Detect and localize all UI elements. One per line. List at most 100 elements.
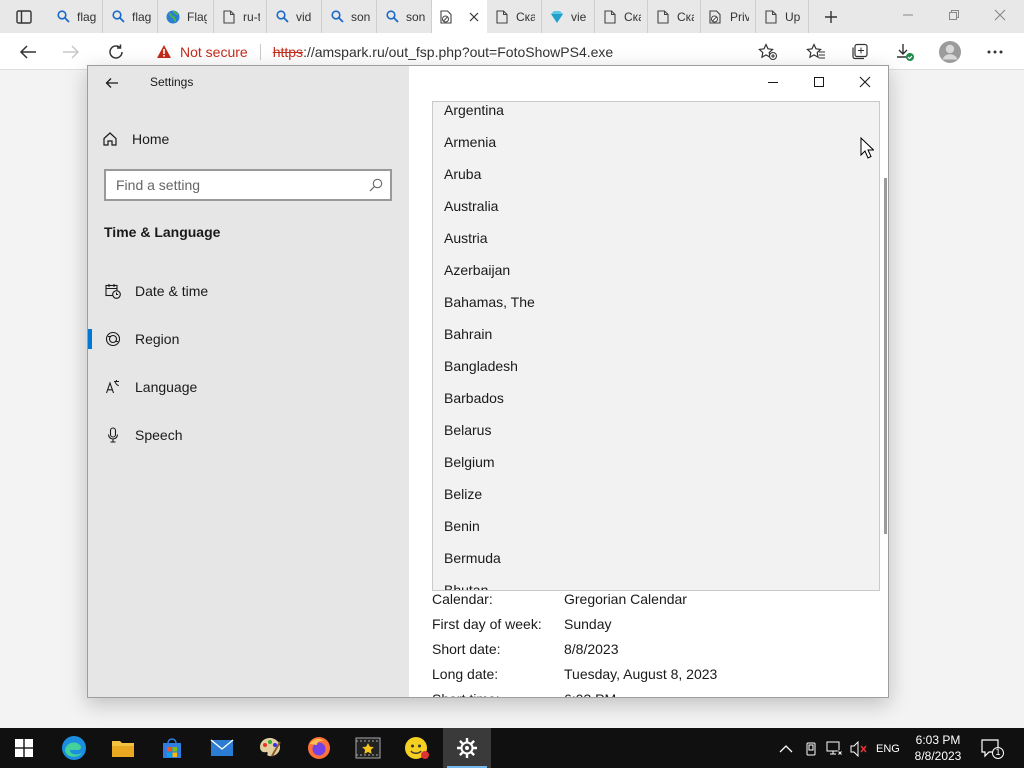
country-option[interactable]: Austria (444, 230, 488, 246)
settings-maximize-button[interactable] (796, 70, 842, 94)
settings-nav-pane: Settings Home Time & Language Date & tim… (88, 66, 409, 697)
taskbar-store[interactable] (148, 728, 196, 768)
page-icon (495, 9, 509, 24)
find-setting-input[interactable] (116, 177, 362, 193)
country-option[interactable]: Belize (444, 486, 482, 502)
country-option[interactable]: Armenia (444, 134, 496, 150)
browser-tab[interactable]: vie (542, 0, 595, 33)
country-option[interactable]: Barbados (444, 390, 504, 406)
warning-icon (156, 44, 172, 59)
format-value: Sunday (564, 616, 612, 632)
back-button[interactable] (14, 38, 42, 66)
taskbar-paint[interactable] (246, 728, 294, 768)
favorites-button[interactable] (802, 38, 830, 66)
country-option[interactable]: Bhutan (444, 582, 488, 590)
browser-tab[interactable]: flag (48, 0, 103, 33)
star-add-icon (758, 43, 777, 60)
country-option[interactable]: Bangladesh (444, 358, 518, 374)
browser-tab[interactable]: son (322, 0, 377, 33)
taskbar-mail[interactable] (198, 728, 246, 768)
country-option[interactable]: Bahrain (444, 326, 492, 342)
browser-tab[interactable]: Priv (701, 0, 756, 33)
more-button[interactable] (981, 38, 1009, 66)
taskbar-clock[interactable]: 6:03 PM 8/8/2023 (902, 732, 974, 764)
nav-item-speech[interactable]: Speech (88, 417, 409, 453)
browser-close-button[interactable] (977, 0, 1023, 30)
browser-tab[interactable]: Flag (158, 0, 214, 33)
browser-minimize-button[interactable] (885, 0, 931, 30)
vertical-scrollbar[interactable] (884, 178, 887, 534)
find-setting-box[interactable] (104, 169, 392, 201)
country-option[interactable]: Bahamas, The (444, 294, 535, 310)
windows-taskbar: ENG 6:03 PM 8/8/2023 1 (0, 728, 1024, 768)
nav-item-date-time[interactable]: Date & time (88, 273, 409, 309)
input-language-indicator[interactable]: ENG (876, 740, 900, 758)
home-nav-item[interactable]: Home (102, 128, 169, 150)
tray-volume-icon[interactable] (850, 740, 868, 758)
tab-close-button[interactable] (467, 12, 481, 22)
taskbar-file-explorer[interactable] (99, 728, 147, 768)
taskbar-firefox[interactable] (295, 728, 343, 768)
avatar-icon (939, 41, 961, 63)
ellipsis-icon (987, 50, 1003, 54)
country-dropdown-list[interactable]: Argentina Armenia Aruba Australia Austria Aze… (432, 101, 880, 591)
browser-tab[interactable]: Ска (595, 0, 648, 33)
taskbar-emoji-app[interactable] (393, 728, 441, 768)
country-option[interactable]: Argentina (444, 102, 504, 118)
tab-strip: flag flag Flag ru-t vid son son Ска vie Ска Ска Pri… (48, 0, 809, 33)
country-option[interactable]: Benin (444, 518, 480, 534)
browser-tab[interactable]: Up (756, 0, 809, 33)
not-secure-label[interactable]: Not secure (180, 44, 248, 60)
taskbar-edge[interactable] (50, 728, 98, 768)
browser-tab[interactable]: Ска (648, 0, 701, 33)
taskbar-settings[interactable] (443, 728, 491, 768)
address-separator (259, 43, 261, 60)
tray-device-icon[interactable] (804, 740, 818, 758)
address-bar[interactable]: Not secure https ://amspark.ru/out_fsp.p… (146, 37, 780, 66)
country-option[interactable]: Azerbaijan (444, 262, 510, 278)
show-hidden-icons-button[interactable] (779, 740, 793, 758)
country-option[interactable]: Australia (444, 198, 498, 214)
add-favorite-button[interactable] (754, 38, 782, 66)
tab-actions-button[interactable] (8, 6, 40, 28)
browser-tab[interactable]: son (377, 0, 432, 33)
search-icon (111, 10, 125, 24)
nav-item-label: Speech (135, 427, 183, 443)
arrow-left-icon (19, 45, 36, 59)
browser-tab-active[interactable] (432, 0, 487, 33)
tab-title: Ска (516, 9, 535, 24)
collections-button[interactable] (846, 38, 874, 66)
tray-network-icon[interactable] (826, 740, 844, 758)
profile-button[interactable] (936, 38, 964, 66)
format-value: 6:03 PM (564, 691, 616, 697)
selection-indicator (88, 329, 92, 349)
nav-item-region[interactable]: Region (88, 321, 409, 357)
search-icon (330, 10, 344, 24)
folder-icon (112, 741, 134, 757)
taskbar-video-app[interactable] (344, 728, 392, 768)
collections-icon (852, 43, 868, 60)
browser-tab[interactable]: Ска (487, 0, 542, 33)
country-option[interactable]: Belgium (444, 454, 495, 470)
new-tab-button[interactable] (820, 6, 842, 28)
settings-window: Settings Home Time & Language Date & tim… (87, 65, 889, 698)
settings-minimize-button[interactable] (750, 70, 796, 94)
settings-close-button[interactable] (842, 70, 888, 94)
downloads-button[interactable] (891, 38, 919, 66)
action-center-button[interactable]: 1 (980, 738, 1004, 760)
country-option[interactable]: Belarus (444, 422, 491, 438)
settings-back-button[interactable] (100, 74, 124, 92)
start-button[interactable] (0, 728, 48, 768)
browser-tab[interactable]: ru-t (214, 0, 267, 33)
arrow-right-icon (63, 45, 80, 59)
refresh-button[interactable] (102, 38, 130, 66)
browser-restore-button[interactable] (931, 0, 977, 30)
tab-title: Flag (187, 9, 207, 24)
browser-tab[interactable]: vid (267, 0, 322, 33)
forward-button[interactable] (57, 38, 85, 66)
nav-item-language[interactable]: Language (88, 369, 409, 405)
country-option[interactable]: Bermuda (444, 550, 501, 566)
country-option[interactable]: Aruba (444, 166, 481, 182)
browser-tab[interactable]: flag (103, 0, 158, 33)
language-icon (105, 379, 121, 395)
